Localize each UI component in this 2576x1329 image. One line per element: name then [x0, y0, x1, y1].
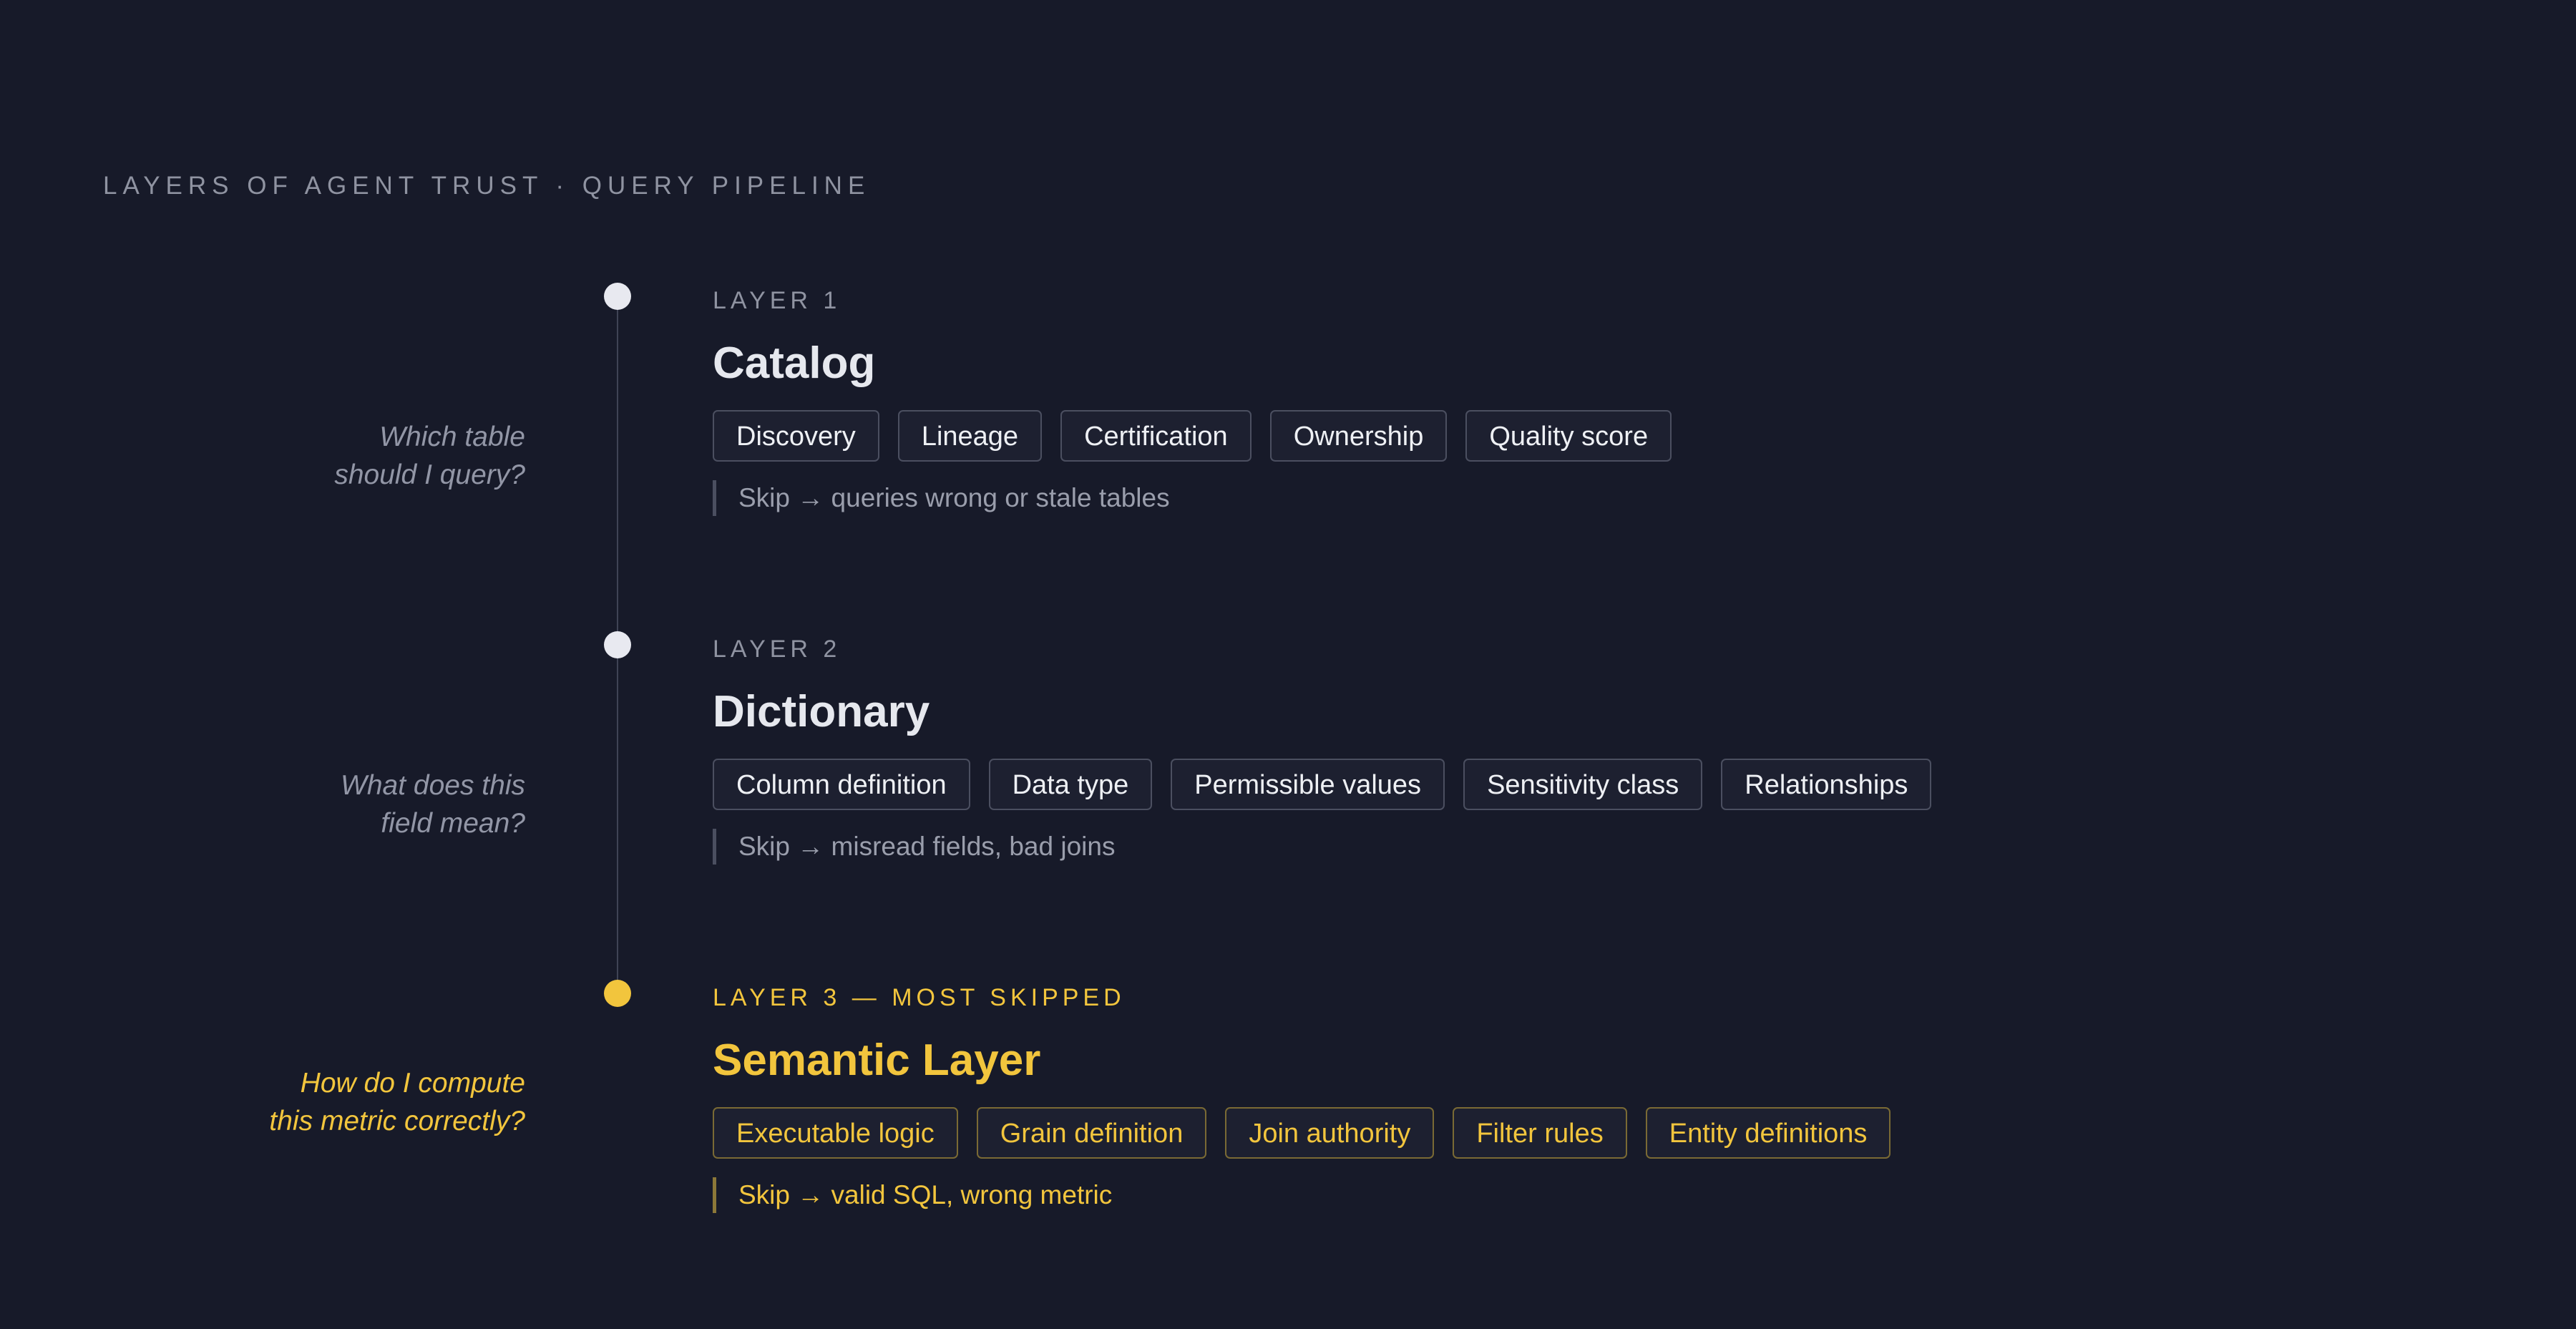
layer-2-question: What does this field mean?	[167, 766, 525, 842]
page-title: LAYERS OF AGENT TRUST · QUERY PIPELINE	[103, 172, 871, 200]
layer-2-chips: Column definition Data type Permissible …	[713, 759, 2430, 810]
layer-1-label: LAYER 1	[713, 287, 841, 314]
chip-data-type: Data type	[988, 759, 1153, 810]
layer-3-skip-note: Skip → valid SQL, wrong metric	[713, 1177, 2430, 1213]
layer-3-title: Semantic Layer	[713, 1036, 1041, 1085]
layer-2-skip-note: Skip → misread fields, bad joins	[713, 829, 2430, 865]
layer-2: LAYER 2 Dictionary Column definition Dat…	[713, 635, 2430, 865]
layer-3-question-line-2: this metric correctly?	[269, 1106, 525, 1136]
layer-3-chips: Executable logic Grain definition Join a…	[713, 1107, 2430, 1159]
layer-1-node	[604, 283, 631, 310]
chip-join-authority: Join authority	[1225, 1107, 1435, 1159]
layer-3: LAYER 3 — MOST SKIPPED Semantic Layer Ex…	[713, 983, 2430, 1213]
chip-filter-rules: Filter rules	[1453, 1107, 1627, 1159]
chip-executable-logic: Executable logic	[713, 1107, 958, 1159]
layer-1-chips: Discovery Lineage Certification Ownershi…	[713, 410, 2430, 462]
layer-2-question-line-1: What does this	[341, 770, 525, 801]
chip-relationships: Relationships	[1721, 759, 1932, 810]
layer-1-skip-note: Skip → queries wrong or stale tables	[713, 480, 2430, 516]
chip-grain-definition: Grain definition	[976, 1107, 1207, 1159]
layer-1-question: Which table should I query?	[167, 418, 525, 494]
layer-1: LAYER 1 Catalog Discovery Lineage Certif…	[713, 286, 2430, 516]
chip-discovery: Discovery	[713, 410, 879, 462]
layer-2-node	[604, 631, 631, 658]
layer-2-title: Dictionary	[713, 687, 930, 736]
chip-permissible-values: Permissible values	[1171, 759, 1445, 810]
layer-3-node	[604, 980, 631, 1007]
chip-ownership: Ownership	[1269, 410, 1448, 462]
chip-lineage: Lineage	[897, 410, 1043, 462]
layer-1-title: Catalog	[713, 339, 876, 388]
chip-quality-score: Quality score	[1465, 410, 1672, 462]
layer-3-question: How do I compute this metric correctly?	[167, 1064, 525, 1140]
layer-1-question-line-2: should I query?	[334, 459, 525, 490]
layer-2-question-line-2: field mean?	[381, 808, 525, 839]
chip-entity-definitions: Entity definitions	[1645, 1107, 1891, 1159]
chip-column-definition: Column definition	[713, 759, 970, 810]
layer-1-question-line-1: Which table	[379, 422, 525, 452]
layer-3-question-line-1: How do I compute	[300, 1068, 525, 1099]
layer-3-label: LAYER 3 — MOST SKIPPED	[713, 984, 1126, 1011]
layer-2-label: LAYER 2	[713, 636, 841, 663]
chip-sensitivity-class: Sensitivity class	[1463, 759, 1703, 810]
chip-certification: Certification	[1060, 410, 1252, 462]
